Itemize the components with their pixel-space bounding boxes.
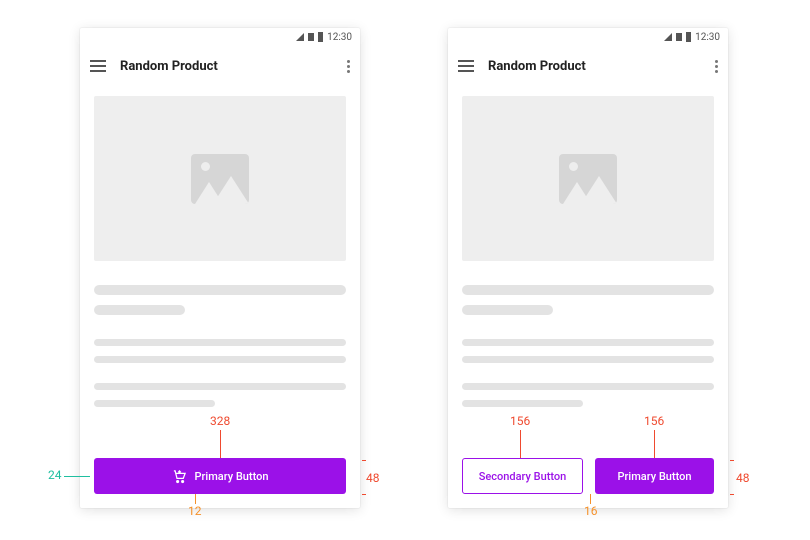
annotation-width-b: 156 — [644, 414, 664, 428]
guide-line — [64, 476, 90, 477]
annotation-width-a: 156 — [510, 414, 530, 428]
secondary-button[interactable]: Secondary Button — [462, 458, 583, 494]
guide-line — [520, 430, 521, 458]
signal-icon — [308, 33, 314, 41]
guide-line — [195, 494, 196, 504]
app-bar: Random Product — [80, 46, 360, 86]
status-bar: 12:30 — [448, 28, 728, 46]
wifi-icon — [664, 33, 672, 41]
battery-icon — [318, 32, 323, 42]
text-placeholder — [94, 339, 346, 346]
secondary-button-label: Secondary Button — [479, 470, 567, 483]
text-placeholder — [94, 383, 346, 390]
guide-line — [730, 460, 734, 461]
menu-icon[interactable] — [458, 60, 474, 72]
wifi-icon — [296, 33, 304, 41]
annotation-height: 48 — [736, 471, 750, 485]
guide-line — [730, 494, 734, 495]
text-placeholder — [462, 356, 714, 363]
button-row: Primary Button — [94, 458, 346, 494]
text-placeholder — [94, 400, 215, 407]
primary-button-label: Primary Button — [618, 470, 692, 483]
text-placeholder — [462, 305, 553, 315]
image-icon — [191, 154, 249, 204]
text-placeholder — [462, 383, 714, 390]
overflow-icon[interactable] — [714, 60, 718, 73]
annotation-width: 328 — [210, 414, 230, 428]
clock: 12:30 — [695, 32, 720, 43]
button-row: Secondary Button Primary Button — [462, 458, 714, 494]
primary-button[interactable]: Primary Button — [94, 458, 346, 494]
cart-icon — [172, 469, 187, 484]
image-placeholder — [94, 96, 346, 261]
guide-line — [220, 430, 221, 458]
battery-icon — [686, 32, 691, 42]
mockup-two-buttons: 12:30 Random Product Secondary Butto — [448, 28, 728, 508]
text-placeholder — [94, 285, 346, 295]
menu-icon[interactable] — [90, 60, 106, 72]
primary-button[interactable]: Primary Button — [595, 458, 714, 494]
annotation-height: 48 — [366, 471, 380, 485]
page-title: Random Product — [488, 59, 700, 74]
signal-icon — [676, 33, 682, 41]
text-placeholder — [94, 356, 346, 363]
overflow-icon[interactable] — [346, 60, 350, 73]
annotation-gap: 16 — [584, 504, 598, 518]
page-title: Random Product — [120, 59, 332, 74]
annotation-icon-size: 24 — [48, 468, 62, 482]
content-area — [448, 86, 728, 407]
image-icon — [559, 154, 617, 204]
content-area — [80, 86, 360, 407]
guide-line — [362, 494, 366, 495]
guide-line — [362, 460, 366, 461]
text-placeholder — [462, 285, 714, 295]
text-placeholder — [94, 305, 185, 315]
primary-button-label: Primary Button — [195, 470, 269, 483]
clock: 12:30 — [327, 32, 352, 43]
app-bar: Random Product — [448, 46, 728, 86]
guide-line — [590, 494, 591, 504]
text-placeholder — [462, 339, 714, 346]
guide-line — [654, 430, 655, 458]
status-bar: 12:30 — [80, 28, 360, 46]
image-placeholder — [462, 96, 714, 261]
text-placeholder — [462, 400, 583, 407]
annotation-icon-gap: 12 — [188, 504, 202, 518]
